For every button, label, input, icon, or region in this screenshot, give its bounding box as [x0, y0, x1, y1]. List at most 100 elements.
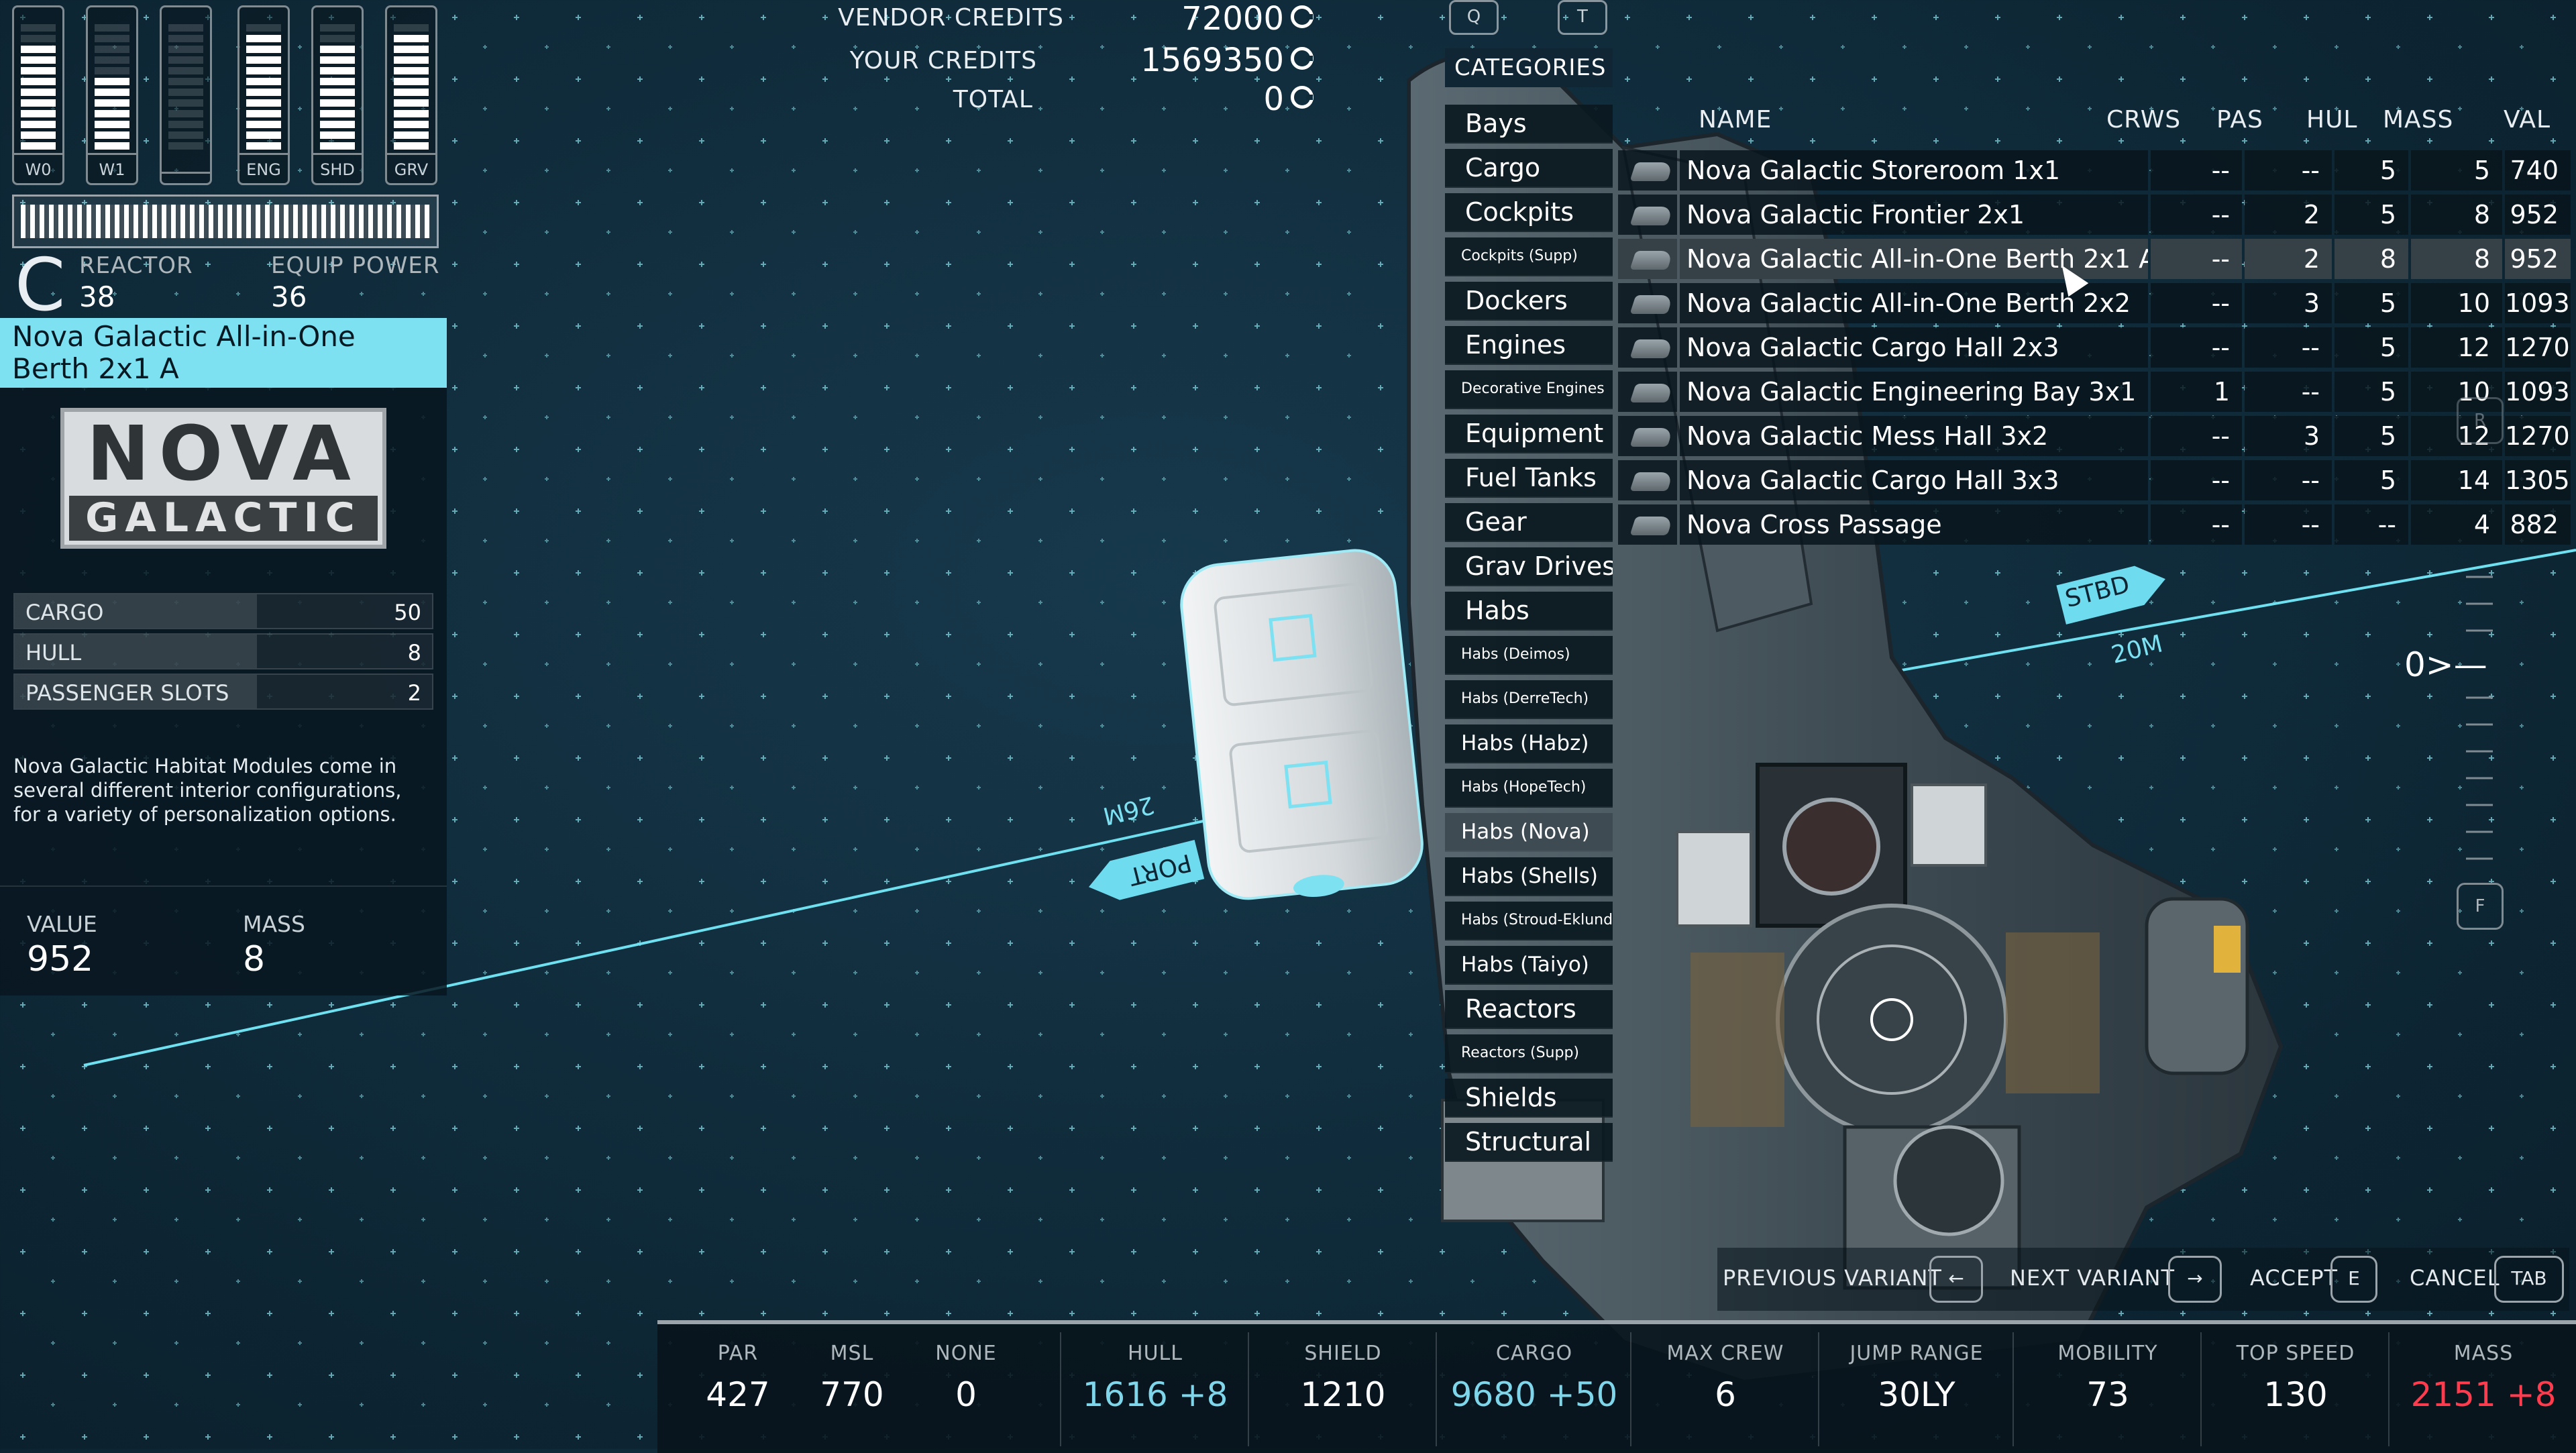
power-segment: [21, 56, 56, 64]
cancel-button[interactable]: TAB: [2494, 1256, 2564, 1303]
power-segment: [394, 46, 429, 53]
category-bays[interactable]: Bays: [1445, 105, 1613, 144]
category-grav-drives[interactable]: Grav Drives: [1445, 547, 1613, 586]
module-name: Nova Galactic Engineering Bay 3x1: [1680, 372, 2148, 412]
stat-label: HULL: [25, 640, 82, 665]
column-header-name[interactable]: NAME: [1699, 106, 1772, 133]
category-decorative-engines[interactable]: Decorative Engines: [1445, 370, 1613, 409]
power-segment: [394, 131, 429, 139]
cell-pas: 2: [2245, 195, 2332, 235]
key-hint-f[interactable]: F: [2457, 883, 2504, 930]
category-cargo[interactable]: Cargo: [1445, 149, 1613, 188]
power-bar-w1[interactable]: W1: [86, 5, 138, 185]
power-segment: [21, 78, 56, 85]
power-segment: [95, 67, 129, 74]
category-reactors-supp[interactable]: Reactors (Supp): [1445, 1034, 1613, 1073]
category-engines[interactable]: Engines: [1445, 326, 1613, 365]
power-segment: [21, 131, 56, 139]
table-row[interactable]: Nova Cross Passage -- -- -- 4 882: [1618, 504, 2571, 546]
table-row[interactable]: Nova Galactic Cargo Hall 2x3 -- -- 5 12 1270: [1618, 327, 2571, 369]
selected-hab-module: [1180, 549, 1424, 900]
category-habs-stroud-eklund[interactable]: Habs (Stroud-Eklund): [1445, 902, 1613, 940]
table-row[interactable]: Nova Galactic Frontier 2x1 -- 2 5 8 952: [1618, 195, 2571, 236]
category-habs-hopetech[interactable]: Habs (HopeTech): [1445, 769, 1613, 808]
key-hint-q[interactable]: Q: [1449, 0, 1499, 35]
next-variant-button[interactable]: →: [2168, 1256, 2222, 1303]
cell-val: 1270: [2505, 327, 2571, 368]
table-row[interactable]: Nova Galactic Storeroom 1x1 -- -- 5 5 740: [1618, 150, 2571, 192]
power-segment: [394, 110, 429, 117]
key-hint-t[interactable]: T: [1558, 0, 1607, 35]
power-bar-w0[interactable]: W0: [12, 5, 64, 185]
category-habs[interactable]: Habs: [1445, 592, 1613, 631]
power-segment: [95, 35, 129, 42]
category-habs-derretech[interactable]: Habs (DerreTech): [1445, 680, 1613, 719]
stat-value: 1616 +8: [1082, 1375, 1228, 1414]
category-reactors[interactable]: Reactors: [1445, 990, 1613, 1029]
power-bar-shd[interactable]: SHD: [311, 5, 364, 185]
column-header-hul[interactable]: HUL: [2306, 106, 2357, 133]
table-row[interactable]: Nova Galactic Engineering Bay 3x1 1 -- 5 10 1…: [1618, 372, 2571, 413]
category-gear[interactable]: Gear: [1445, 503, 1613, 542]
stat-value: 9680 +50: [1450, 1375, 1618, 1414]
category-fuel-tanks[interactable]: Fuel Tanks: [1445, 459, 1613, 498]
power-bar-eng[interactable]: ENG: [237, 5, 290, 185]
equip-power-value: 36: [271, 280, 307, 313]
category-habs-deimos[interactable]: Habs (Deimos): [1445, 636, 1613, 675]
power-segment: [246, 110, 281, 117]
stat-label: PASSENGER SLOTS: [25, 680, 229, 706]
stat-row-passenger-slots: PASSENGER SLOTS 2: [13, 674, 433, 710]
column-header-val[interactable]: VAL: [2504, 106, 2551, 133]
stat-hull: HULL 1616 +8: [1060, 1332, 1249, 1446]
category-habs-taiyo[interactable]: Habs (Taiyo): [1445, 946, 1613, 985]
category-equipment[interactable]: Equipment: [1445, 415, 1613, 453]
column-header-mass[interactable]: MASS: [2383, 106, 2453, 133]
category-habs-habz[interactable]: Habs (Habz): [1445, 724, 1613, 763]
cell-crws: --: [2151, 460, 2242, 500]
value-amount: 952: [27, 939, 94, 979]
table-row[interactable]: Nova Galactic All-in-One Berth 2x1 A -- 2 8…: [1618, 239, 2571, 280]
cell-mass: 10: [2411, 283, 2502, 323]
category-shields[interactable]: Shields: [1445, 1079, 1613, 1118]
power-segment: [21, 99, 56, 107]
power-bar-grv[interactable]: GRV: [385, 5, 437, 185]
power-segment: [320, 46, 355, 53]
power-segment: [168, 89, 203, 96]
power-segment: [394, 121, 429, 128]
stat-none: NONE 0: [912, 1332, 1020, 1446]
table-row[interactable]: Nova Galactic Cargo Hall 3x3 -- -- 5 14 1305: [1618, 460, 2571, 502]
category-habs-nova[interactable]: Habs (Nova): [1445, 813, 1613, 852]
power-segment: [21, 67, 56, 74]
category-habs-shells[interactable]: Habs (Shells): [1445, 857, 1613, 896]
module-title: Nova Galactic All-in-One Berth 2x1 A: [0, 318, 447, 388]
power-segment: [246, 99, 281, 107]
table-row[interactable]: Nova Galactic Mess Hall 3x2 -- 3 5 12 1270: [1618, 416, 2571, 458]
module-name: Nova Cross Passage: [1680, 504, 2148, 545]
stat-label: CARGO: [1495, 1342, 1573, 1365]
stat-value: 0: [955, 1375, 977, 1414]
category-cockpits[interactable]: Cockpits: [1445, 193, 1613, 232]
category-dockers[interactable]: Dockers: [1445, 282, 1613, 321]
cell-val: 1270: [2505, 416, 2571, 456]
total-value: 0: [1263, 80, 1284, 118]
stat-max-crew: MAX CREW 6: [1630, 1332, 1819, 1446]
category-cockpits-supp[interactable]: Cockpits (Supp): [1445, 237, 1613, 276]
category-structural[interactable]: Structural: [1445, 1123, 1613, 1162]
power-segment: [320, 67, 355, 74]
column-header-pas[interactable]: PAS: [2216, 106, 2263, 133]
power-segment: [21, 110, 56, 117]
power-bar-empty[interactable]: [160, 5, 212, 185]
power-segment: [320, 110, 355, 117]
key-hint-r[interactable]: R: [2457, 397, 2504, 444]
power-segment: [394, 78, 429, 85]
column-header-crws[interactable]: CRWS: [2106, 106, 2181, 133]
stat-label: MOBILITY: [2057, 1342, 2158, 1365]
table-row[interactable]: Nova Galactic All-in-One Berth 2x2 -- 3 5 10…: [1618, 283, 2571, 325]
accept-button[interactable]: E: [2330, 1256, 2377, 1303]
previous-variant-button[interactable]: ←: [1929, 1256, 1983, 1303]
reactor-power-bar: [12, 195, 439, 248]
stat-jump-range: JUMP RANGE 30LY: [1818, 1332, 2014, 1446]
module-name: Nova Galactic Cargo Hall 3x3: [1680, 460, 2148, 500]
stat-value: 2151 +8: [2410, 1375, 2557, 1414]
value-label: VALUE: [27, 911, 97, 937]
